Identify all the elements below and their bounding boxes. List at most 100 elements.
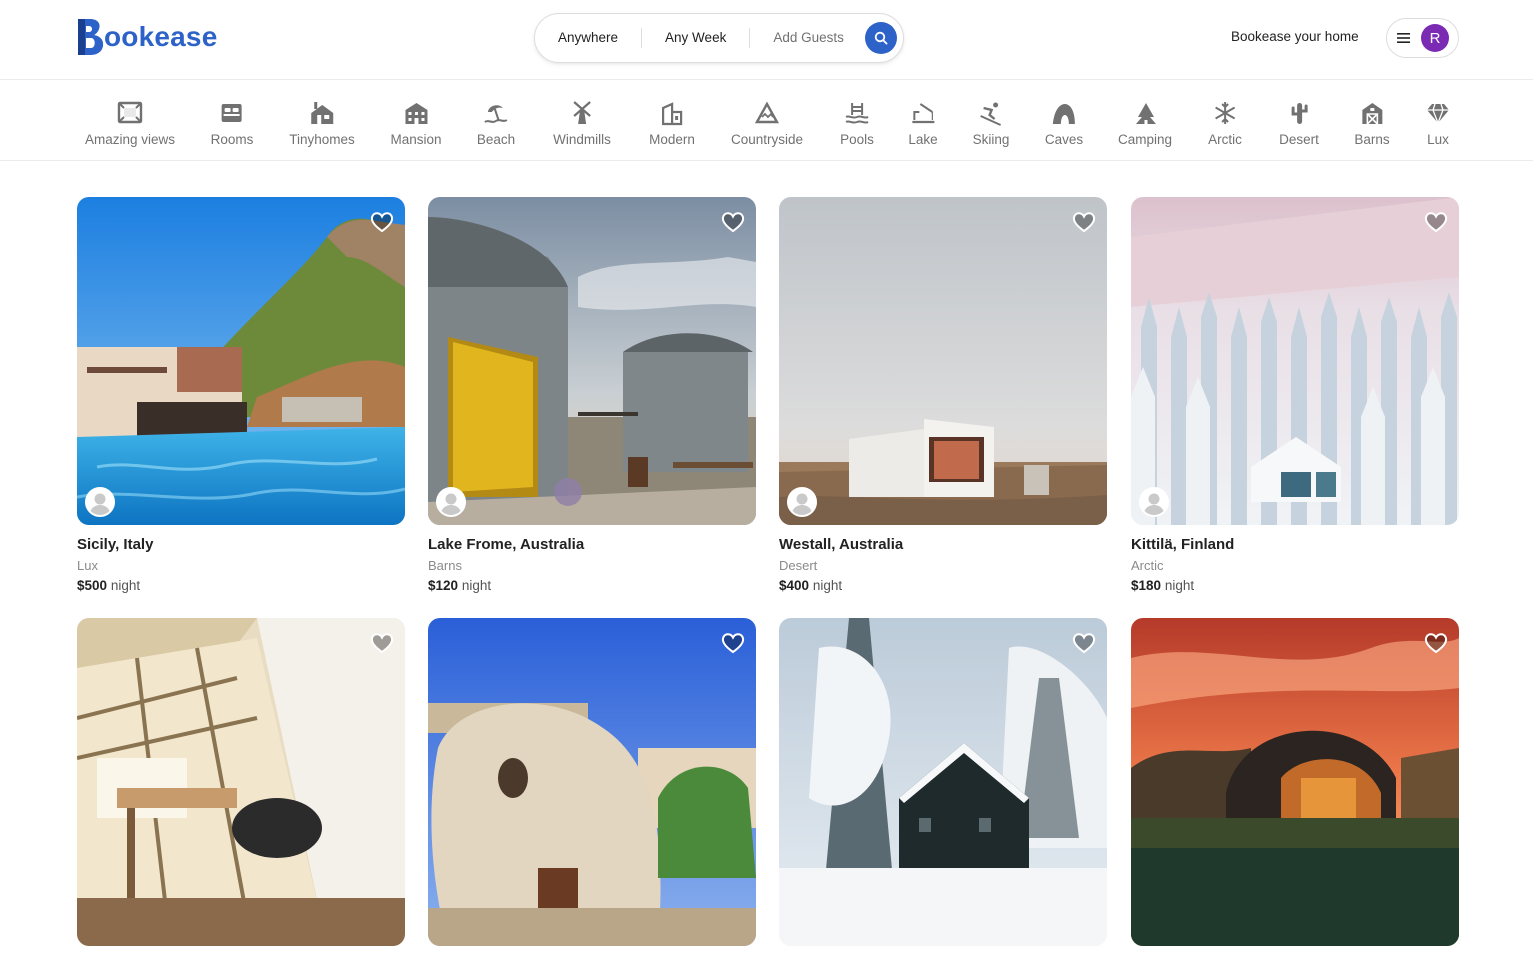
mountain-icon [754,101,780,124]
category-bar: Amazing views Rooms Tinyhomes Mansion Be… [0,80,1533,161]
category-amazing-views[interactable]: Amazing views [85,100,175,147]
host-avatar [85,487,115,517]
listing-photo[interactable] [428,618,756,946]
logo-b-mark [78,19,104,55]
category-label: Pools [840,132,874,147]
heart-icon[interactable] [720,209,746,235]
listing-photo[interactable] [77,618,405,946]
listing-photo[interactable] [428,197,756,525]
category-mansion[interactable]: Mansion [390,100,442,147]
category-countryside[interactable]: Countryside [731,100,803,147]
search-where[interactable]: Anywhere [535,28,641,48]
bed-icon [221,104,242,122]
listing-card[interactable]: Lake Frome, Australia Barns $120 night [428,197,756,593]
user-menu-button[interactable]: R [1386,18,1459,58]
heart-icon[interactable] [369,209,395,235]
category-label: Camping [1117,132,1173,147]
listing-image-snow-forest [1131,197,1459,525]
listing-image-desert-cabin [779,197,1107,525]
category-lux[interactable]: Lux [1425,100,1451,147]
heart-icon[interactable] [720,630,746,656]
category-label: Caves [1044,132,1084,147]
listing-price-unit: night [1164,578,1195,593]
listing-card[interactable] [779,618,1107,957]
category-modern[interactable]: Modern [649,100,695,147]
category-caves[interactable]: Caves [1045,100,1083,147]
user-avatar: R [1421,24,1449,52]
pool-icon [845,103,869,124]
heart-icon[interactable] [1071,209,1097,235]
listing-image-villa-pool [77,197,405,525]
listing-price-line: $400 night [779,578,1107,593]
host-avatar [1139,487,1169,517]
listing-image-dome-house-sunset [1131,618,1459,946]
listing-photo[interactable] [779,618,1107,946]
search-icon [874,31,888,45]
listing-photo[interactable] [1131,197,1459,525]
heart-icon[interactable] [1071,630,1097,656]
heart-icon[interactable] [1423,209,1449,235]
heart-icon[interactable] [369,630,395,656]
listing-price-line: $180 night [1131,578,1459,593]
host-your-home-link[interactable]: Bookease your home [1231,29,1359,44]
listing-card[interactable] [77,618,405,957]
frame-icon [117,101,143,124]
category-barns[interactable]: Barns [1354,100,1390,147]
listing-price-unit: night [461,578,492,593]
skiing-icon [980,102,1002,126]
category-arctic[interactable]: Arctic [1208,100,1242,147]
category-pools[interactable]: Pools [840,100,874,147]
listing-location: Kittilä, Finland [1131,536,1235,553]
listing-price-line: $500 night [77,578,405,593]
cave-icon [1052,104,1075,124]
category-label: Arctic [1208,132,1242,147]
listing-category: Barns [428,558,462,573]
listing-price: $400 [779,578,810,593]
listing-card[interactable]: Westall, Australia Desert $400 night [779,197,1107,593]
search-guests[interactable]: Add Guests [749,28,867,48]
search-when[interactable]: Any Week [641,28,749,48]
search-button[interactable] [864,22,897,54]
listing-image-snow-cabin [779,618,1107,946]
listing-photo[interactable] [1131,618,1459,946]
listing-photo[interactable] [77,197,405,525]
listing-price: $500 [77,578,108,593]
heart-icon[interactable] [1423,630,1449,656]
listing-card[interactable]: Kittilä, Finland Arctic $180 night [1131,197,1459,593]
category-label: Beach [476,132,516,147]
listing-photo[interactable] [779,197,1107,525]
listing-location: Westall, Australia [779,536,904,553]
category-windmills[interactable]: Windmills [553,100,611,147]
default-avatar-icon [438,489,464,515]
logo-text: ookease [104,21,218,52]
bookease-logo[interactable]: ookease [76,16,217,58]
camping-icon [1136,103,1156,124]
category-desert[interactable]: Desert [1279,100,1319,147]
category-label: Tinyhomes [289,132,355,147]
category-beach[interactable]: Beach [477,100,515,147]
listing-card[interactable] [1131,618,1459,957]
category-lake[interactable]: Lake [908,100,938,147]
category-skiing[interactable]: Skiing [973,100,1009,147]
listing-image-cave-house [428,618,756,946]
category-rooms[interactable]: Rooms [211,100,253,147]
category-label: Barns [1354,132,1390,147]
category-label: Amazing views [84,132,176,147]
modern-building-icon [661,102,683,126]
category-camping[interactable]: Camping [1118,100,1172,147]
category-label: Desert [1279,132,1319,147]
listing-price: $120 [428,578,459,593]
cactus-icon [1291,103,1308,124]
top-header: ookease Anywhere Any Week Add Guests Boo… [0,0,1533,80]
listing-card[interactable]: Sicily, Italy Lux $500 night [77,197,405,593]
category-label: Windmills [553,132,611,147]
mansion-icon [405,103,427,124]
host-avatar [787,487,817,517]
search-bar[interactable]: Anywhere Any Week Add Guests [534,13,904,63]
listing-price-unit: night [110,578,141,593]
listing-price: $180 [1131,578,1162,593]
category-label: Modern [649,132,695,147]
listing-card[interactable] [428,618,756,957]
category-label: Countryside [730,132,804,147]
category-tinyhomes[interactable]: Tinyhomes [289,100,355,147]
